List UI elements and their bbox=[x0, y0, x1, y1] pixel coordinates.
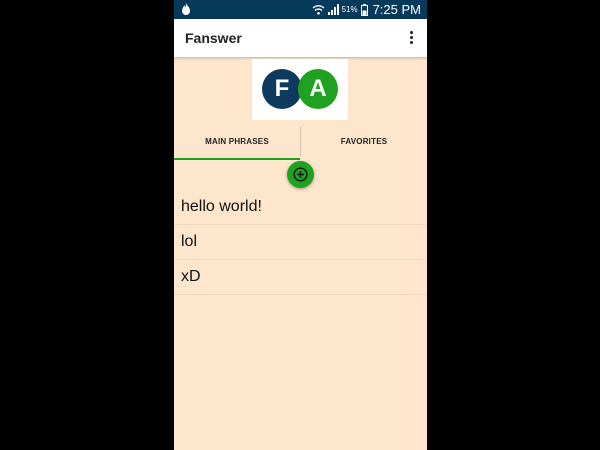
battery-icon bbox=[360, 3, 368, 16]
tab-favorites[interactable]: FAVORITES bbox=[301, 122, 427, 160]
phrase-list: hello world! lol xD bbox=[174, 190, 427, 295]
clock-time: 7:25 PM bbox=[372, 2, 421, 17]
wifi-icon bbox=[312, 4, 325, 15]
status-bar: 51% 7:25 PM bbox=[174, 0, 427, 19]
signal-icon bbox=[327, 4, 339, 15]
tab-bar: MAIN PHRASES FAVORITES bbox=[174, 122, 427, 160]
add-phrase-button[interactable] bbox=[287, 161, 314, 188]
app-title: Fanswer bbox=[185, 30, 242, 46]
logo-letter-f: F bbox=[262, 69, 302, 109]
logo-letter-a: A bbox=[298, 69, 338, 109]
app-logo: F A bbox=[252, 59, 348, 120]
tab-label: FAVORITES bbox=[340, 136, 388, 146]
list-item[interactable]: xD bbox=[174, 260, 427, 295]
list-item[interactable]: hello world! bbox=[174, 190, 427, 225]
tab-label: MAIN PHRASES bbox=[205, 136, 269, 146]
overflow-menu-icon[interactable] bbox=[407, 29, 415, 47]
list-item[interactable]: lol bbox=[174, 225, 427, 260]
add-circle-icon bbox=[293, 167, 308, 182]
phone-screen: 51% 7:25 PM Fanswer F A MAIN PHRASES FAV… bbox=[174, 0, 427, 450]
selected-tab-indicator bbox=[174, 158, 300, 160]
tab-main-phrases[interactable]: MAIN PHRASES bbox=[174, 122, 300, 160]
battery-percent: 51% bbox=[341, 5, 358, 14]
app-bar: Fanswer bbox=[174, 19, 427, 57]
flame-icon bbox=[180, 2, 192, 16]
